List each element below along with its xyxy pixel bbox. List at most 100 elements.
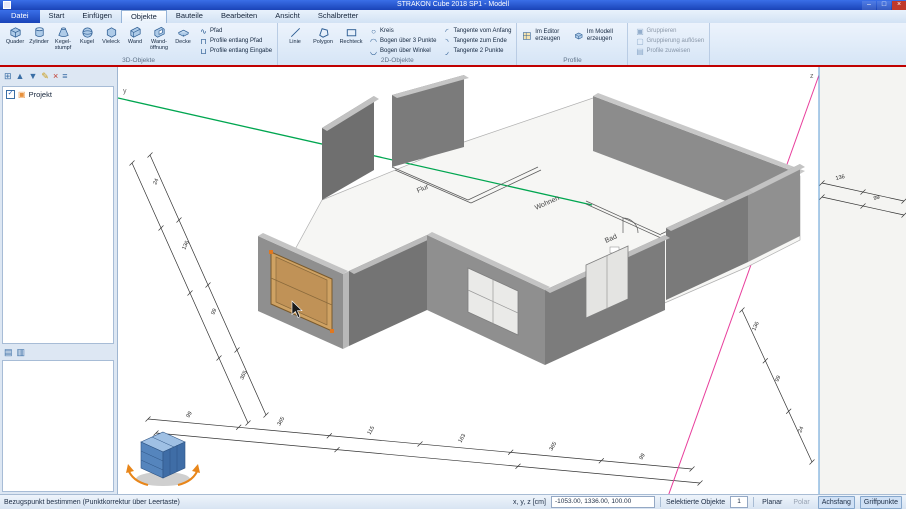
zylinder-icon [32,25,47,40]
profile-path-icon: ⊓ [199,37,208,46]
projekt-label: Projekt [29,90,52,99]
wand-button[interactable]: Wand [123,24,147,46]
dimension-chain-left[interactable] [130,153,269,426]
grip-point[interactable] [269,250,273,254]
axis-z-label: z [810,73,814,80]
profile-zuweisen-button: ▤Profile zuweisen [635,46,704,56]
kreis-button[interactable]: ○Kreis [369,26,436,36]
zylinder-button[interactable]: Zylinder [27,24,51,46]
im-editor-erzeugen-button[interactable]: Im Editor erzeugen [520,24,572,43]
tab-ansicht[interactable]: Ansicht [266,10,309,23]
tangente-2-punkte-button[interactable]: ◞Tangente 2 Punkte [442,46,511,56]
tangente-ende-button[interactable]: ◝Tangente zum Ende [442,36,511,46]
tree-item-projekt[interactable]: ✓ ▣ Projekt [3,87,113,102]
arrow-up-icon[interactable]: ▲ [16,70,25,82]
profile-entlang-eingabe-button[interactable]: ⊔Profile entlang Eingabe [199,46,272,56]
dimension-chain-bottom[interactable] [146,417,703,486]
sidebar-toolbar: ⊞ ▲ ▼ ✎ × ≡ [0,67,117,85]
tab-objekte[interactable]: Objekte [121,10,167,23]
selected-objects-count: 1 [730,496,748,508]
minimize-button[interactable]: – [862,1,876,10]
svg-text:99: 99 [186,411,194,419]
edit-icon[interactable]: ✎ [41,70,49,82]
profile-input-icon: ⊔ [199,47,208,56]
gruppieren-button: ▣Gruppieren [635,26,704,36]
group-label-2d-objekte: 2D-Objekte [281,56,513,65]
grip-point[interactable] [330,329,334,333]
group-label-3d-objekte: 3D-Objekte [3,56,274,65]
statusbar: Bezugspunkt bestimmen (Punktkorrektur üb… [0,494,906,509]
mode-planar[interactable]: Planar [759,499,785,506]
tangente-anfang-button[interactable]: ◜Tangente vom Anfang [442,26,511,36]
mode-polar[interactable]: Polar [790,499,812,506]
decke-button[interactable]: Decke [171,24,195,46]
arrow-down-icon[interactable]: ▼ [28,70,37,82]
kegelstumpf-button[interactable]: Kegel-stumpf [51,24,75,52]
tab-schalbretter[interactable]: Schalbretter [309,10,367,23]
mode-griffpunkte[interactable]: Griffpunkte [860,496,902,509]
tangent-2pt-icon: ◞ [442,47,451,56]
navigation-cube[interactable] [126,432,200,486]
delete-icon[interactable]: × [53,70,58,82]
svg-text:115: 115 [367,425,377,436]
project-sidebar: ⊞ ▲ ▼ ✎ × ≡ ✓ ▣ Projekt ▤ ▥ [0,67,118,494]
kegelstumpf-icon [56,25,71,40]
svg-text:99: 99 [774,375,782,383]
properties-panel [2,360,114,492]
close-button[interactable]: × [892,1,906,10]
titlebar: STRAKON Cube 2018 SP1 - Modell – □ × [0,0,906,10]
projekt-checkbox[interactable]: ✓ [6,90,15,99]
coords-label: x, y, z [cm] [513,499,546,506]
tangent-end-icon: ◝ [442,37,451,46]
kugel-button[interactable]: Kugel [75,24,99,46]
group-label-profile: Profile [520,56,624,65]
tab-bearbeiten[interactable]: Bearbeiten [212,10,266,23]
gruppierung-aufloesen-button: ▢Gruppierung auflösen [635,36,704,46]
tab-datei[interactable]: Datei [0,10,40,23]
selected-objects-label: Selektierte Objekte [666,499,725,506]
polygon-icon [316,25,331,40]
quader-button[interactable]: Quader [3,24,27,46]
dimension-chain-right[interactable] [740,308,815,465]
bogen-winkel-button[interactable]: ◡Bogen über Winkel [369,46,436,56]
quader-icon [8,25,23,40]
assign-profile-icon: ▤ [635,47,644,56]
project-tree-panel: ✓ ▣ Projekt [2,86,114,344]
rechteck-button[interactable]: Rechteck [337,24,365,46]
views-icon[interactable]: ⊞ [4,70,12,82]
polygon-button[interactable]: Polygon [309,24,337,46]
maximize-button[interactable]: □ [877,1,891,10]
menubar: Datei Start Einfügen Objekte Bauteile Be… [0,10,906,24]
profile-model-icon [574,29,583,43]
kugel-icon [80,25,95,40]
model-viewport[interactable]: 24 136 99 365 99 365 115 163 365 99 136 … [118,67,906,494]
svg-text:136: 136 [181,240,190,251]
svg-text:365: 365 [277,416,287,427]
vieleck-button[interactable]: Vieleck [99,24,123,46]
tab-einfuegen[interactable]: Einfügen [73,10,121,23]
svg-text:365: 365 [549,441,559,452]
bogen-3-punkte-button[interactable]: ◠Bogen über 3 Punkte [369,36,436,46]
ribbon: Quader Zylinder Kegel-stumpf Kugel Viele… [0,23,906,67]
ribbon-group-3d-objekte: Quader Zylinder Kegel-stumpf Kugel Viele… [0,23,278,65]
wandoeffnung-button[interactable]: Wand-öffnung [147,24,171,52]
mode-achsfang[interactable]: Achsfang [818,496,855,509]
linie-icon [288,25,303,40]
profile-entlang-pfad-button[interactable]: ⊓Profile entlang Pfad [199,36,272,46]
tab-start[interactable]: Start [40,10,74,23]
tab-bauteile[interactable]: Bauteile [167,10,212,23]
pfad-button[interactable]: ∿Pfad [199,26,272,36]
linie-button[interactable]: Linie [281,24,309,46]
rechteck-icon [344,25,359,40]
im-modell-erzeugen-button[interactable]: Im Modell erzeugen [572,24,624,43]
svg-text:163: 163 [458,433,468,444]
ribbon-filler [710,23,906,65]
sidebar-mid-toolbar: ▤ ▥ [2,344,114,359]
wand-icon [128,25,143,40]
group-icon: ▣ [635,27,644,36]
menu-icon[interactable]: ≡ [62,70,67,82]
grid-icon[interactable]: ▥ [17,346,26,358]
arc-3pt-icon: ◠ [369,37,378,46]
table-icon[interactable]: ▤ [4,346,13,358]
coords-input[interactable]: -1053.00, 1336.00, 100.00 [551,496,655,508]
